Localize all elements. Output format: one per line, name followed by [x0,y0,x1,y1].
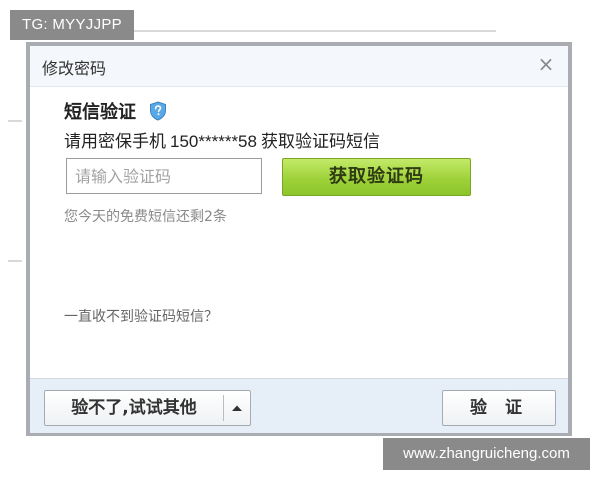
dialog-titlebar: 修改密码 × [30,46,568,87]
try-other-method-button[interactable]: 验不了,试试其他 [45,391,223,425]
background-text-line [8,260,22,262]
caret-up-icon[interactable] [224,391,250,425]
watermark-bottom-right: www.zhangruicheng.com [383,438,590,470]
sms-verification-header: 短信验证 [64,98,167,123]
no-code-received-link[interactable]: 一直收不到验证码短信？ [64,306,218,326]
masked-phone-number: 150******58 [170,132,257,151]
watermark-top-left: TG: MYYJJPP [10,10,134,40]
dialog-title: 修改密码 [42,59,107,78]
dialog-footer: 验不了,试试其他 验 证 [30,378,568,433]
background-text-line [8,120,22,122]
instruction-text: 请用密保手机 150******58 获取验证码短信 [64,127,380,152]
close-icon[interactable]: × [536,54,556,74]
instruction-suffix: 获取验证码短信 [260,132,380,152]
try-other-method-button-group: 验不了,试试其他 [44,390,251,426]
change-password-dialog: 修改密码 × 短信验证 请用密保手机150******58获取验证码短信 获取验… [26,42,572,436]
instruction-prefix: 请用密保手机 [64,132,166,152]
verify-button[interactable]: 验 证 [442,390,556,426]
get-verification-code-button[interactable]: 获取验证码 [282,158,471,196]
verification-code-input[interactable] [66,158,262,194]
sms-remaining-text: 您今天的免费短信还剩2条 [64,209,227,225]
section-title: 短信验证 [64,102,136,123]
shield-question-icon [149,101,167,121]
